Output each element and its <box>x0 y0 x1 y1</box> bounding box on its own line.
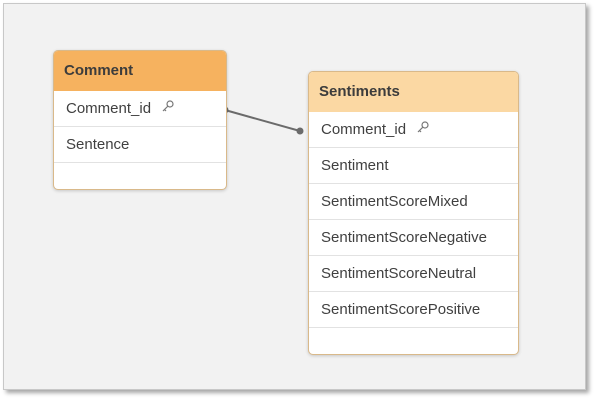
field-label: SentimentScoreMixed <box>321 193 468 210</box>
key-icon <box>416 112 430 148</box>
field-sentiment-score-positive[interactable]: SentimentScorePositive <box>309 292 518 328</box>
field-label: Sentence <box>66 136 130 153</box>
table-title-comment[interactable]: Comment <box>54 51 226 91</box>
field-label: SentimentScoreNegative <box>321 229 487 246</box>
field-sentiment-score-mixed[interactable]: SentimentScoreMixed <box>309 184 518 220</box>
table-empty-area <box>309 328 518 354</box>
field-comment-id[interactable]: Comment_id <box>54 91 226 127</box>
field-sentiment-score-neutral[interactable]: SentimentScoreNeutral <box>309 256 518 292</box>
table-card-comment[interactable]: Comment Comment_id Sentence <box>53 50 227 190</box>
association-endpoint-sentiments <box>296 127 304 135</box>
field-label: SentimentScorePositive <box>321 301 481 318</box>
table-card-sentiments[interactable]: Sentiments Comment_id Sentiment Sentimen… <box>308 71 519 355</box>
table-title-sentiments[interactable]: Sentiments <box>309 72 518 112</box>
table-empty-area <box>54 163 226 189</box>
key-icon <box>161 91 175 127</box>
association-line <box>224 109 301 132</box>
field-label: SentimentScoreNeutral <box>321 265 477 282</box>
field-comment-id[interactable]: Comment_id <box>309 112 518 148</box>
field-sentence[interactable]: Sentence <box>54 127 226 163</box>
field-sentiment[interactable]: Sentiment <box>309 148 518 184</box>
field-label: Sentiment <box>321 157 389 174</box>
field-label: Comment_id <box>321 121 407 138</box>
field-label: Comment_id <box>66 100 152 117</box>
data-model-canvas[interactable]: Comment Comment_id Sentence Sentiments C… <box>3 3 586 390</box>
field-sentiment-score-negative[interactable]: SentimentScoreNegative <box>309 220 518 256</box>
